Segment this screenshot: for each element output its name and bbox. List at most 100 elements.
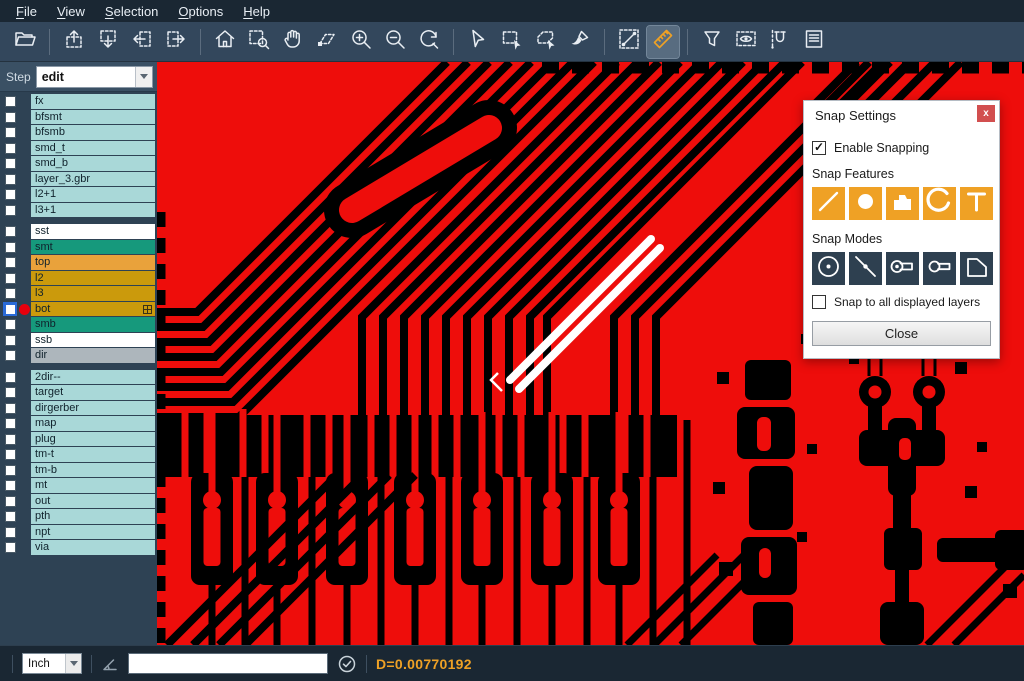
toolbar-button-zoom-polygon[interactable] bbox=[311, 26, 343, 58]
layer-name[interactable]: 2dir-- bbox=[31, 370, 155, 385]
snap-feature-line-button[interactable] bbox=[812, 187, 845, 220]
layer-name[interactable]: l3+1 bbox=[31, 203, 155, 218]
layer-name[interactable]: l2+1 bbox=[31, 187, 155, 202]
toolbar-button-shift-up[interactable] bbox=[58, 26, 90, 58]
layer-name[interactable]: npt bbox=[31, 525, 155, 540]
snap-mode-center-button[interactable] bbox=[812, 252, 845, 285]
layer-name[interactable]: bfsmt bbox=[31, 110, 155, 125]
toolbar-button-home-view[interactable] bbox=[209, 26, 241, 58]
layer-row-dir[interactable]: dir bbox=[0, 348, 157, 363]
layer-name[interactable]: smd_b bbox=[31, 156, 155, 171]
toolbar-button-zoom-reset[interactable] bbox=[413, 26, 445, 58]
snap-mode-point-on-line-button[interactable] bbox=[849, 252, 882, 285]
layer-visibility-checkbox[interactable] bbox=[3, 525, 17, 539]
close-button[interactable]: Close bbox=[812, 321, 991, 346]
layer-row-target[interactable]: target bbox=[0, 385, 157, 400]
toolbar-button-open-folder[interactable] bbox=[9, 26, 41, 58]
layer-row-l2[interactable]: l2 bbox=[0, 271, 157, 286]
layer-visibility-checkbox[interactable] bbox=[3, 271, 17, 285]
layer-name[interactable]: sst bbox=[31, 224, 155, 239]
layer-visibility-checkbox[interactable] bbox=[3, 494, 17, 508]
snap-mode-slot-end-right-button[interactable] bbox=[886, 252, 919, 285]
layer-row-top[interactable]: top bbox=[0, 255, 157, 270]
layer-name[interactable]: smt bbox=[31, 240, 155, 255]
layer-name[interactable]: dir bbox=[31, 348, 155, 363]
toolbar-button-shift-left[interactable] bbox=[126, 26, 158, 58]
layer-row-npt[interactable]: npt bbox=[0, 525, 157, 540]
layer-row-map[interactable]: map bbox=[0, 416, 157, 431]
layer-name[interactable]: target bbox=[31, 385, 155, 400]
layer-visibility-checkbox[interactable] bbox=[3, 541, 17, 555]
toolbar-button-select-polygon[interactable] bbox=[530, 26, 562, 58]
toolbar-button-shift-down[interactable] bbox=[92, 26, 124, 58]
layer-row-bot[interactable]: bot bbox=[0, 302, 157, 317]
layer-name[interactable]: map bbox=[31, 416, 155, 431]
enable-snapping-checkbox[interactable] bbox=[812, 141, 826, 155]
toolbar-button-layers-panel[interactable] bbox=[798, 26, 830, 58]
snap-all-layers-checkbox[interactable] bbox=[812, 295, 826, 309]
menu-item-selection[interactable]: Selection bbox=[95, 2, 168, 21]
layer-row-l3[interactable]: l3 bbox=[0, 286, 157, 301]
layer-name[interactable]: ssb bbox=[31, 333, 155, 348]
toolbar-button-select-rectangle[interactable] bbox=[496, 26, 528, 58]
grid-icon[interactable] bbox=[143, 304, 152, 313]
layer-visibility-checkbox[interactable] bbox=[3, 432, 17, 446]
layer-visibility-checkbox[interactable] bbox=[3, 417, 17, 431]
layer-row-via[interactable]: via bbox=[0, 540, 157, 555]
layer-visibility-checkbox[interactable] bbox=[3, 333, 17, 347]
toolbar-button-zoom-window[interactable] bbox=[243, 26, 275, 58]
layer-visibility-checkbox[interactable] bbox=[3, 172, 17, 186]
layer-row-smd_t[interactable]: smd_t bbox=[0, 141, 157, 156]
layer-visibility-checkbox[interactable] bbox=[3, 141, 17, 155]
layer-name[interactable]: tm-b bbox=[31, 463, 155, 478]
layer-name[interactable]: via bbox=[31, 540, 155, 555]
layer-name[interactable]: mt bbox=[31, 478, 155, 493]
layer-visibility-checkbox[interactable] bbox=[3, 401, 17, 415]
layer-visibility-checkbox[interactable] bbox=[3, 110, 17, 124]
layer-visibility-checkbox[interactable] bbox=[3, 386, 17, 400]
menu-item-view[interactable]: View bbox=[47, 2, 95, 21]
layer-row-out[interactable]: out bbox=[0, 494, 157, 509]
snap-mode-corner-button[interactable] bbox=[960, 252, 993, 285]
layer-visibility-checkbox[interactable] bbox=[3, 225, 17, 239]
menu-item-help[interactable]: Help bbox=[233, 2, 280, 21]
layer-row-dirgerber[interactable]: dirgerber bbox=[0, 401, 157, 416]
layer-visibility-checkbox[interactable] bbox=[3, 188, 17, 202]
toolbar-button-pan-hand[interactable] bbox=[277, 26, 309, 58]
toolbar-button-snap-magnet[interactable] bbox=[764, 26, 796, 58]
snap-feature-pad-button[interactable] bbox=[849, 187, 882, 220]
layer-row-ssb[interactable]: ssb bbox=[0, 333, 157, 348]
layer-name[interactable]: dirgerber bbox=[31, 401, 155, 416]
layer-row-layer_3.gbr[interactable]: layer_3.gbr bbox=[0, 172, 157, 187]
toolbar-button-filter[interactable] bbox=[696, 26, 728, 58]
layer-visibility-checkbox[interactable] bbox=[3, 203, 17, 217]
layer-visibility-checkbox[interactable] bbox=[3, 318, 17, 332]
snap-mode-slot-end-left-button[interactable] bbox=[923, 252, 956, 285]
layer-visibility-checkbox[interactable] bbox=[3, 349, 17, 363]
layer-row-smb[interactable]: smb bbox=[0, 317, 157, 332]
layer-name[interactable]: out bbox=[31, 494, 155, 509]
layer-row-fx[interactable]: fx bbox=[0, 94, 157, 109]
close-icon[interactable]: x bbox=[977, 105, 995, 122]
layer-name[interactable]: l3 bbox=[31, 286, 155, 301]
layer-visibility-checkbox[interactable] bbox=[3, 463, 17, 477]
layer-row-smt[interactable]: smt bbox=[0, 240, 157, 255]
layer-row-smd_b[interactable]: smd_b bbox=[0, 156, 157, 171]
step-dropdown[interactable]: edit bbox=[36, 66, 153, 88]
layer-name[interactable]: pth bbox=[31, 509, 155, 524]
toolbar-button-measure-line[interactable] bbox=[613, 26, 645, 58]
toolbar-button-zoom-out[interactable] bbox=[379, 26, 411, 58]
toolbar-button-zoom-in[interactable] bbox=[345, 26, 377, 58]
layer-name[interactable]: layer_3.gbr bbox=[31, 172, 155, 187]
layer-row-l2+1[interactable]: l2+1 bbox=[0, 187, 157, 202]
layer-row-2dir--[interactable]: 2dir-- bbox=[0, 370, 157, 385]
layer-row-bfsmt[interactable]: bfsmt bbox=[0, 110, 157, 125]
layer-name[interactable]: bot bbox=[31, 302, 155, 317]
layer-row-mt[interactable]: mt bbox=[0, 478, 157, 493]
toolbar-button-shift-right[interactable] bbox=[160, 26, 192, 58]
layer-name[interactable]: bfsmb bbox=[31, 125, 155, 140]
layer-visibility-checkbox[interactable] bbox=[3, 256, 17, 270]
layer-row-plug[interactable]: plug bbox=[0, 432, 157, 447]
layer-name[interactable]: fx bbox=[31, 94, 155, 109]
layer-name[interactable]: smd_t bbox=[31, 141, 155, 156]
